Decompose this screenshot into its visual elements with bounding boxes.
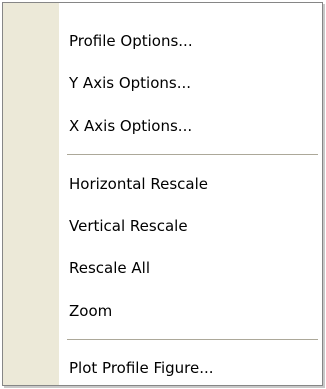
menu-item-y-axis-options[interactable]: Y Axis Options...: [3, 63, 322, 103]
menu-item-profile-options[interactable]: Profile Options...: [3, 21, 322, 61]
context-menu: Profile Options... Y Axis Options... X A…: [2, 2, 323, 386]
menu-item-zoom[interactable]: Zoom: [3, 291, 322, 331]
menu-item-x-axis-options[interactable]: X Axis Options...: [3, 106, 322, 146]
menu-item-vertical-rescale[interactable]: Vertical Rescale: [3, 206, 322, 246]
menu-item-horizontal-rescale[interactable]: Horizontal Rescale: [3, 164, 322, 204]
menu-separator: [67, 154, 318, 155]
menu-item-rescale-all[interactable]: Rescale All: [3, 248, 322, 288]
menu-item-plot-profile-figure[interactable]: Plot Profile Figure...: [3, 348, 322, 388]
menu-separator: [67, 339, 318, 340]
